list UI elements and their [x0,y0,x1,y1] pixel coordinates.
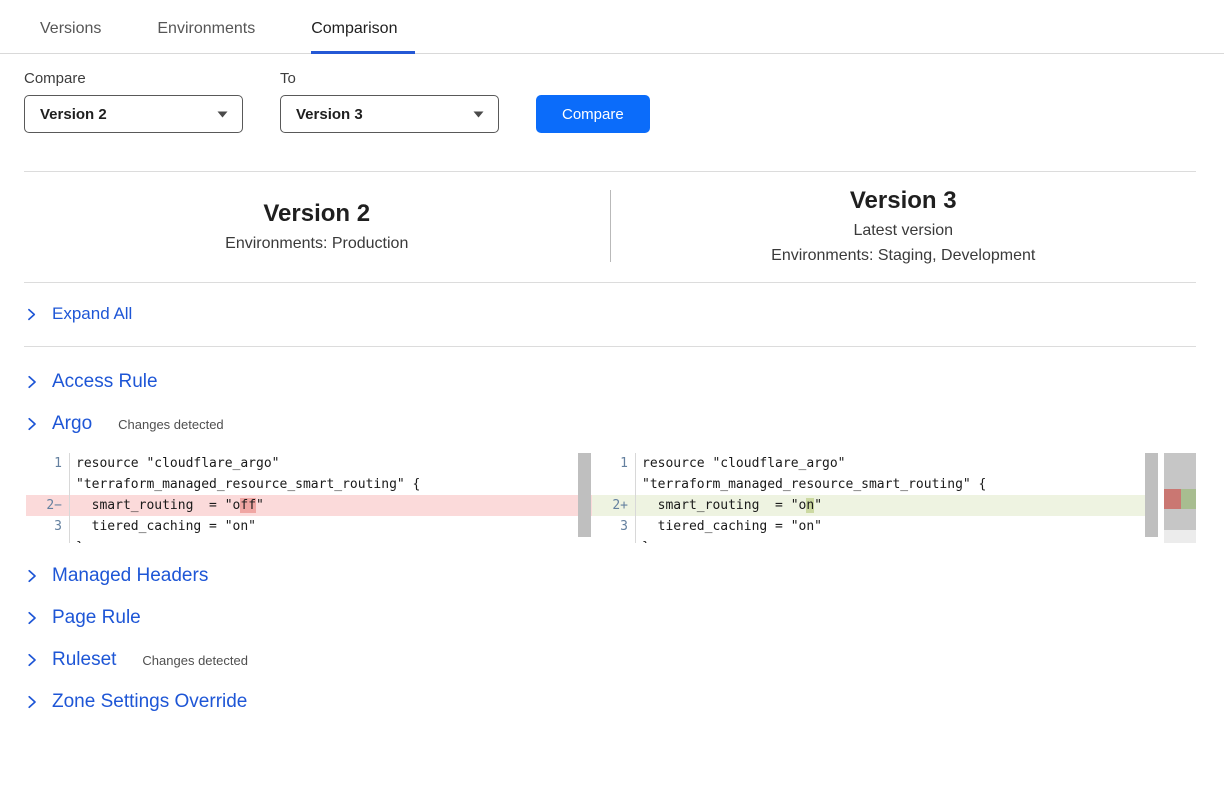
code-text: } [70,537,84,543]
left-pane-scrollbar[interactable] [578,453,591,537]
left-version-environments: Environments: Production [225,235,408,253]
section-label: Zone Settings Override [52,691,247,713]
right-version-title: Version 3 [850,187,957,215]
to-label: To [280,70,499,87]
code-line: 3 tiered_caching = "on" [592,516,1158,537]
code-text: tiered_caching = "on" [636,516,822,537]
code-line: 1 resource "cloudflare_argo" [592,453,1158,474]
ruler-unchanged-block [1164,509,1196,530]
code-text: smart_routing = "on" [636,495,822,516]
line-number: 3 [26,516,70,537]
compare-from-value: Version 2 [40,106,107,123]
expand-all-toggle[interactable]: Expand All [24,283,1196,347]
left-version-title: Version 2 [263,200,370,228]
code-text: "terraform_managed_resource_smart_routin… [636,474,986,495]
chevron-down-icon [217,105,228,123]
section-label: Argo [52,413,92,435]
section-label: Managed Headers [52,565,208,587]
code-text: tiered_caching = "on" [70,516,256,537]
tab-environments[interactable]: Environments [157,16,273,54]
diff-left-pane: 1 resource "cloudflare_argo" "terraform_… [26,453,592,543]
code-text: "terraform_managed_resource_smart_routin… [70,474,420,495]
version-headers: Version 2 Environments: Production Versi… [0,172,1224,282]
right-version-header: Version 3 Latest version Environments: S… [611,186,1197,266]
section-page-rule[interactable]: Page Rule [24,597,1196,639]
removed-word-highlight: ff [240,498,256,513]
chevron-right-icon [24,610,40,626]
section-zone-settings-override[interactable]: Zone Settings Override [24,681,1196,723]
diff-right-pane: 1 resource "cloudflare_argo" "terraform_… [592,453,1158,543]
code-line-wrap: "terraform_managed_resource_smart_routin… [26,474,592,495]
line-number: 2+ [592,495,636,516]
code-line-wrap: "terraform_managed_resource_smart_routin… [592,474,1158,495]
line-number [592,474,636,495]
compare-to-value: Version 3 [296,106,363,123]
chevron-right-icon [24,374,40,390]
comparison-page: Versions Environments Comparison Compare… [0,0,1224,723]
chevron-down-icon [473,105,484,123]
compare-label: Compare [24,70,243,87]
code-line-removed: 2− smart_routing = "off" [26,495,592,516]
ruler-unchanged-block [1164,453,1196,489]
line-number: 1 [592,453,636,474]
ruler-change-marker [1164,489,1196,509]
line-number: 3 [592,516,636,537]
code-line-added: 2+ smart_routing = "on" [592,495,1158,516]
changes-detected-badge: Changes detected [142,653,248,668]
code-text: resource "cloudflare_argo" [636,453,846,474]
changes-detected-badge: Changes detected [118,417,224,432]
compare-controls: Compare Version 2 To Version 3 Compare [0,54,1224,133]
section-argo[interactable]: Argo Changes detected [24,403,1196,445]
line-number [592,537,636,543]
tab-versions[interactable]: Versions [40,16,119,54]
section-access-rule[interactable]: Access Rule [24,361,1196,403]
tab-comparison[interactable]: Comparison [311,16,415,54]
compare-from-select[interactable]: Version 2 [24,95,243,133]
compare-button[interactable]: Compare [536,95,650,133]
section-ruleset[interactable]: Ruleset Changes detected [24,639,1196,681]
right-pane-scrollbar[interactable] [1145,453,1158,537]
tab-bar: Versions Environments Comparison [0,0,1224,54]
code-text: resource "cloudflare_argo" [70,453,280,474]
chevron-right-icon [24,652,40,668]
section-label: Access Rule [52,371,158,393]
section-managed-headers[interactable]: Managed Headers [24,555,1196,597]
left-version-header: Version 2 Environments: Production [24,186,610,266]
code-line: } [26,537,592,543]
chevron-right-icon [24,416,40,432]
resource-sections: Access Rule Argo Changes detected 1 reso… [0,347,1224,723]
diff-overview-ruler[interactable] [1164,453,1196,543]
right-version-environments: Environments: Staging, Development [771,247,1035,265]
ruler-track [1164,530,1196,543]
right-version-subtitle: Latest version [853,222,953,240]
code-text: smart_routing = "off" [70,495,264,516]
code-line: 3 tiered_caching = "on" [26,516,592,537]
ruler-added-marker [1181,489,1196,509]
section-label: Page Rule [52,607,141,629]
line-number [26,537,70,543]
line-number: 2− [26,495,70,516]
chevron-right-icon [24,307,39,322]
code-line: } [592,537,1158,543]
chevron-right-icon [24,568,40,584]
ruler-removed-marker [1164,489,1181,509]
compare-to-select[interactable]: Version 3 [280,95,499,133]
line-number: 1 [26,453,70,474]
argo-diff: 1 resource "cloudflare_argo" "terraform_… [26,453,1196,543]
section-label: Ruleset [52,649,116,671]
expand-all-label: Expand All [52,304,132,324]
chevron-right-icon [24,694,40,710]
code-line: 1 resource "cloudflare_argo" [26,453,592,474]
line-number [26,474,70,495]
code-text: } [636,537,650,543]
